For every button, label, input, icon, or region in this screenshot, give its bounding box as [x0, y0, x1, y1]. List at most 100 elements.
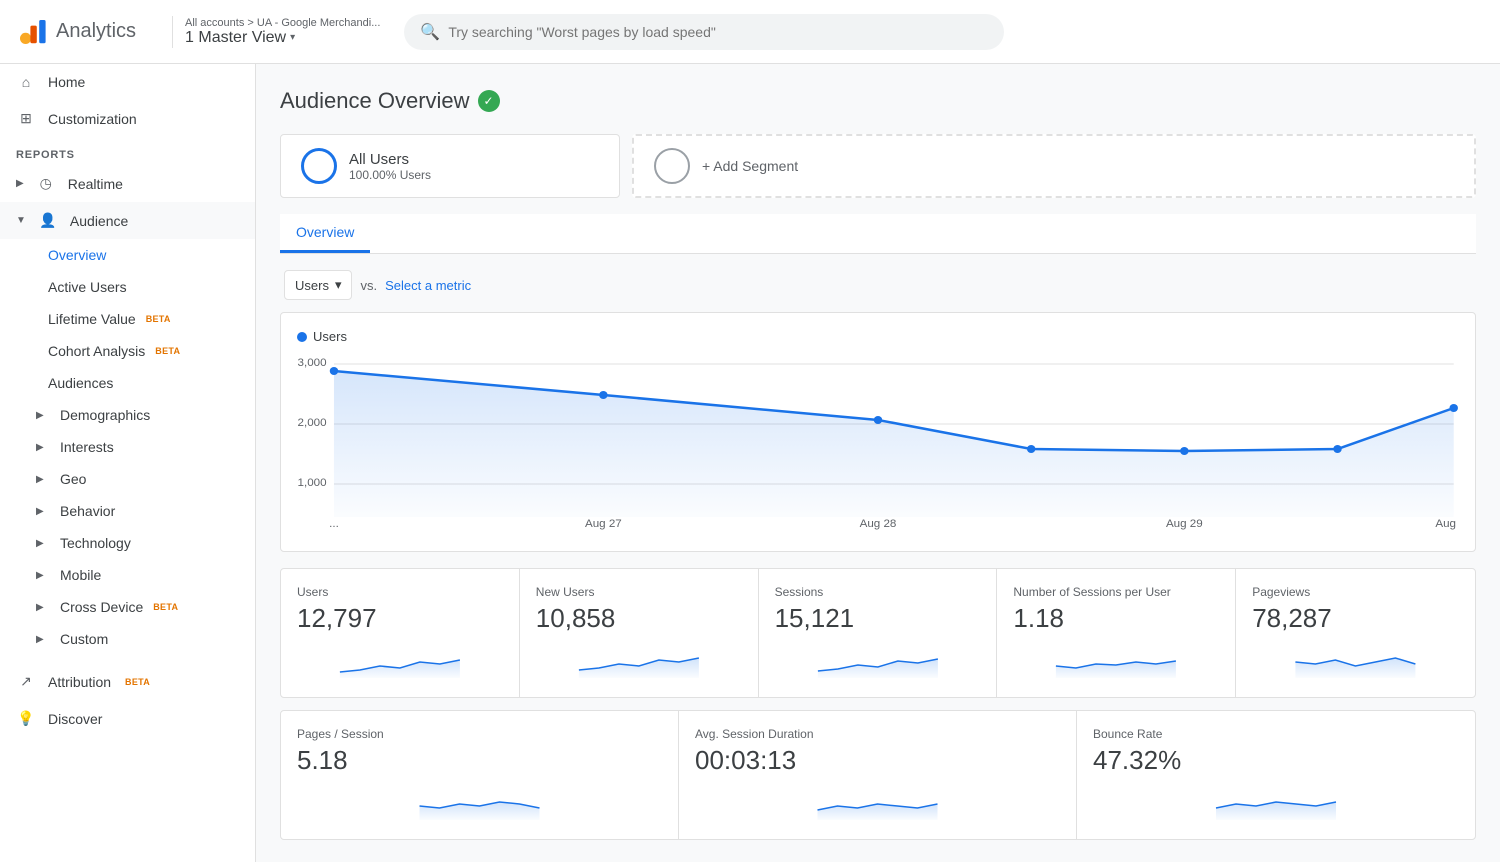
sidebar-item-customization[interactable]: ⊞ Customization: [0, 100, 255, 137]
person-icon: 👤: [38, 212, 58, 229]
account-info: All accounts > UA - Google Merchandi... …: [185, 17, 380, 47]
tab-bar: Overview: [280, 214, 1476, 254]
link-icon: ↗: [16, 673, 36, 690]
sidebar-collapsible-mobile[interactable]: ▶ Mobile: [0, 559, 255, 591]
arrow-icon: ▶: [36, 538, 52, 549]
beta-badge-cohort: BETA: [155, 346, 180, 356]
sidebar-item-realtime[interactable]: ▶ ◷ Realtime: [0, 165, 255, 202]
stats-row1: Users 12,797 New Users 10,858 Sessions: [280, 568, 1476, 698]
sidebar-sub-audiences[interactable]: Audiences: [0, 367, 255, 399]
expand-down-icon: ▼: [16, 215, 26, 226]
stat-pageviews-label: Pageviews: [1252, 585, 1459, 599]
stat-pps-value: 5.18: [297, 745, 662, 776]
search-icon: 🔍: [420, 22, 440, 42]
sidebar-collapsible-technology[interactable]: ▶ Technology: [0, 527, 255, 559]
content-area: Audience Overview ✓ All Users 100.00% Us…: [256, 64, 1500, 862]
sidebar-collapsible-demographics[interactable]: ▶ Demographics: [0, 399, 255, 431]
stat-sessions-per-user-label: Number of Sessions per User: [1013, 585, 1219, 599]
stat-users-value: 12,797: [297, 603, 503, 634]
search-box[interactable]: 🔍: [404, 14, 1004, 50]
stat-pageviews: Pageviews 78,287: [1236, 569, 1475, 697]
stat-sessions-per-user-value: 1.18: [1013, 603, 1219, 634]
sidebar-sub-active-users[interactable]: Active Users: [0, 271, 255, 303]
stat-br-label: Bounce Rate: [1093, 727, 1459, 741]
arrow-icon: ▶: [36, 634, 52, 645]
sparkline-sessions-per-user: [1013, 642, 1219, 678]
verified-badge: ✓: [478, 90, 500, 112]
lightbulb-icon: 💡: [16, 710, 36, 727]
svg-text:Aug 28: Aug 28: [860, 518, 897, 530]
search-area: 🔍: [404, 14, 1460, 50]
sidebar-sub-lifetime-value[interactable]: Lifetime Value BETA: [0, 303, 255, 335]
beta-badge-cross-device: BETA: [153, 602, 178, 612]
stat-bounce-rate: Bounce Rate 47.32%: [1077, 711, 1475, 839]
sidebar-collapsible-custom[interactable]: ▶ Custom: [0, 623, 255, 655]
stat-new-users-value: 10,858: [536, 603, 742, 634]
add-segment-label: + Add Segment: [702, 158, 798, 174]
sparkline-users: [297, 642, 503, 678]
sidebar-sub-overview[interactable]: Overview: [0, 239, 255, 271]
arrow-icon: ▶: [36, 570, 52, 581]
add-segment-button[interactable]: + Add Segment: [632, 134, 1476, 198]
selected-metric: Users: [295, 278, 329, 293]
stat-asd-value: 00:03:13: [695, 745, 1060, 776]
sidebar-sub-cohort-analysis[interactable]: Cohort Analysis BETA: [0, 335, 255, 367]
home-icon: ⌂: [16, 74, 36, 90]
select-metric-link[interactable]: Select a metric: [385, 278, 471, 293]
sidebar-item-attribution[interactable]: ↗ Attribution BETA: [0, 663, 255, 700]
legend-label: Users: [313, 329, 347, 344]
reports-section-label: REPORTS: [0, 137, 255, 165]
stat-sessions: Sessions 15,121: [759, 569, 998, 697]
metric-controls: Users ▾ vs. Select a metric: [280, 270, 1476, 300]
sidebar-collapsible-cross-device[interactable]: ▶ Cross Device BETA: [0, 591, 255, 623]
sidebar-collapsible-geo[interactable]: ▶ Geo: [0, 463, 255, 495]
svg-text:1,000: 1,000: [298, 477, 327, 489]
sparkline-pps: [297, 784, 662, 820]
sidebar-item-discover[interactable]: 💡 Discover: [0, 700, 255, 737]
chart-svg: 3,000 2,000 1,000: [297, 352, 1459, 532]
search-input[interactable]: [448, 24, 988, 40]
segment-circle-gray: [654, 148, 690, 184]
stats-row2: Pages / Session 5.18 Avg. Session Durati…: [280, 710, 1476, 840]
stat-sessions-value: 15,121: [775, 603, 981, 634]
stat-avg-session-duration: Avg. Session Duration 00:03:13: [679, 711, 1077, 839]
svg-text:Aug 30: Aug 30: [1435, 518, 1459, 530]
arrow-icon: ▶: [36, 474, 52, 485]
sparkline-sessions: [775, 642, 981, 678]
vs-label: vs.: [360, 278, 377, 293]
segment-circle-blue: [301, 148, 337, 184]
stat-new-users: New Users 10,858: [520, 569, 759, 697]
metric-dropdown[interactable]: Users ▾: [284, 270, 352, 300]
topbar: Analytics All accounts > UA - Google Mer…: [0, 0, 1500, 64]
stat-br-value: 47.32%: [1093, 745, 1459, 776]
segment-primary[interactable]: All Users 100.00% Users: [280, 134, 620, 198]
sidebar-collapsible-interests[interactable]: ▶ Interests: [0, 431, 255, 463]
arrow-icon: ▶: [36, 506, 52, 517]
sidebar-item-audience[interactable]: ▼ 👤 Audience: [0, 202, 255, 239]
page-title-row: Audience Overview ✓: [280, 88, 1476, 114]
stat-users: Users 12,797: [281, 569, 520, 697]
clock-icon: ◷: [36, 175, 56, 192]
stat-new-users-label: New Users: [536, 585, 742, 599]
page-title: Audience Overview: [280, 88, 470, 114]
app-title: Analytics: [56, 20, 136, 43]
sparkline-br: [1093, 784, 1459, 820]
view-selector[interactable]: 1 Master View ▾: [185, 29, 380, 47]
arrow-icon: ▶: [36, 410, 52, 421]
svg-text:Aug 29: Aug 29: [1166, 518, 1203, 530]
stat-pageviews-value: 78,287: [1252, 603, 1459, 634]
tab-overview[interactable]: Overview: [280, 214, 370, 253]
svg-text:Aug 27: Aug 27: [585, 518, 622, 530]
topbar-divider: [172, 16, 173, 48]
chart-container: Users 3,000 2,000 1,000: [280, 312, 1476, 552]
sidebar-collapsible-behavior[interactable]: ▶ Behavior: [0, 495, 255, 527]
expand-icon: ▶: [16, 178, 24, 189]
sidebar-item-home[interactable]: ⌂ Home: [0, 64, 255, 100]
chevron-down-icon: ▾: [290, 32, 295, 43]
segment-sub: 100.00% Users: [349, 168, 431, 182]
sidebar: ⌂ Home ⊞ Customization REPORTS ▶ ◷ Realt…: [0, 64, 256, 862]
svg-text:3,000: 3,000: [298, 357, 327, 369]
stat-pages-per-session: Pages / Session 5.18: [281, 711, 679, 839]
stat-pps-label: Pages / Session: [297, 727, 662, 741]
account-path: All accounts > UA - Google Merchandi...: [185, 17, 380, 29]
